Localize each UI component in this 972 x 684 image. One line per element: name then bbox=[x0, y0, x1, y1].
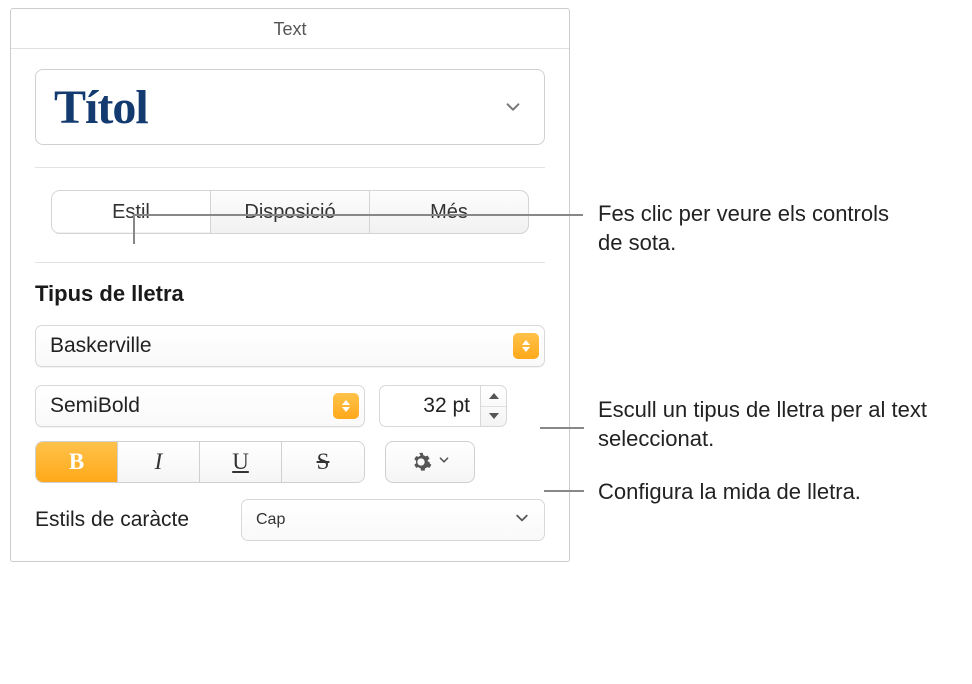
font-size-decrease[interactable] bbox=[481, 407, 506, 427]
character-styles-label: Estils de caràcte bbox=[35, 508, 221, 532]
callout-connector bbox=[544, 490, 584, 492]
font-weight-value: SemiBold bbox=[50, 394, 333, 418]
gear-icon bbox=[410, 451, 432, 473]
font-size-input[interactable]: 32 pt bbox=[379, 385, 481, 427]
callout-connector bbox=[540, 427, 584, 429]
callout-connector bbox=[133, 214, 135, 244]
arrow-up-icon bbox=[489, 393, 499, 399]
callout-tabs: Fes clic per veure els controls de sota. bbox=[598, 200, 918, 257]
callout-font-family: Escull un tipus de lletra per al text se… bbox=[598, 396, 958, 453]
font-size-stepper bbox=[481, 385, 507, 427]
text-inspector-panel: Text Títol Estil Disposició Més Tipus de… bbox=[10, 8, 570, 562]
arrow-down-icon bbox=[489, 413, 499, 419]
tab-style[interactable]: Estil bbox=[52, 191, 211, 233]
divider bbox=[35, 262, 545, 263]
tab-more[interactable]: Més bbox=[370, 191, 528, 233]
character-styles-value: Cap bbox=[256, 511, 285, 529]
paragraph-style-dropdown[interactable]: Títol bbox=[35, 69, 545, 145]
advanced-options-button[interactable] bbox=[385, 441, 475, 483]
underline-button[interactable]: U bbox=[200, 442, 282, 482]
updown-caret-icon bbox=[513, 333, 539, 359]
chevron-down-icon bbox=[514, 510, 530, 531]
paragraph-style-name: Títol bbox=[54, 80, 148, 135]
chevron-down-icon bbox=[504, 98, 522, 116]
chevron-down-icon bbox=[438, 453, 450, 471]
italic-button[interactable]: I bbox=[118, 442, 200, 482]
font-weight-select[interactable]: SemiBold bbox=[35, 385, 365, 427]
strikethrough-button[interactable]: S bbox=[282, 442, 364, 482]
text-format-segmented: B I U S bbox=[35, 441, 365, 483]
font-family-select[interactable]: Baskerville bbox=[35, 325, 545, 367]
character-styles-select[interactable]: Cap bbox=[241, 499, 545, 541]
font-size-field: 32 pt bbox=[379, 385, 507, 427]
font-section-label: Tipus de lletra bbox=[35, 281, 545, 307]
font-size-increase[interactable] bbox=[481, 386, 506, 407]
bold-button[interactable]: B bbox=[36, 442, 118, 482]
callout-connector bbox=[133, 214, 583, 216]
panel-title: Text bbox=[11, 9, 569, 49]
divider bbox=[35, 167, 545, 168]
tab-group: Estil Disposició Més bbox=[51, 190, 529, 234]
font-family-value: Baskerville bbox=[50, 334, 513, 358]
callout-font-size: Configura la mida de lletra. bbox=[598, 478, 968, 507]
tab-layout[interactable]: Disposició bbox=[211, 191, 370, 233]
updown-caret-icon bbox=[333, 393, 359, 419]
